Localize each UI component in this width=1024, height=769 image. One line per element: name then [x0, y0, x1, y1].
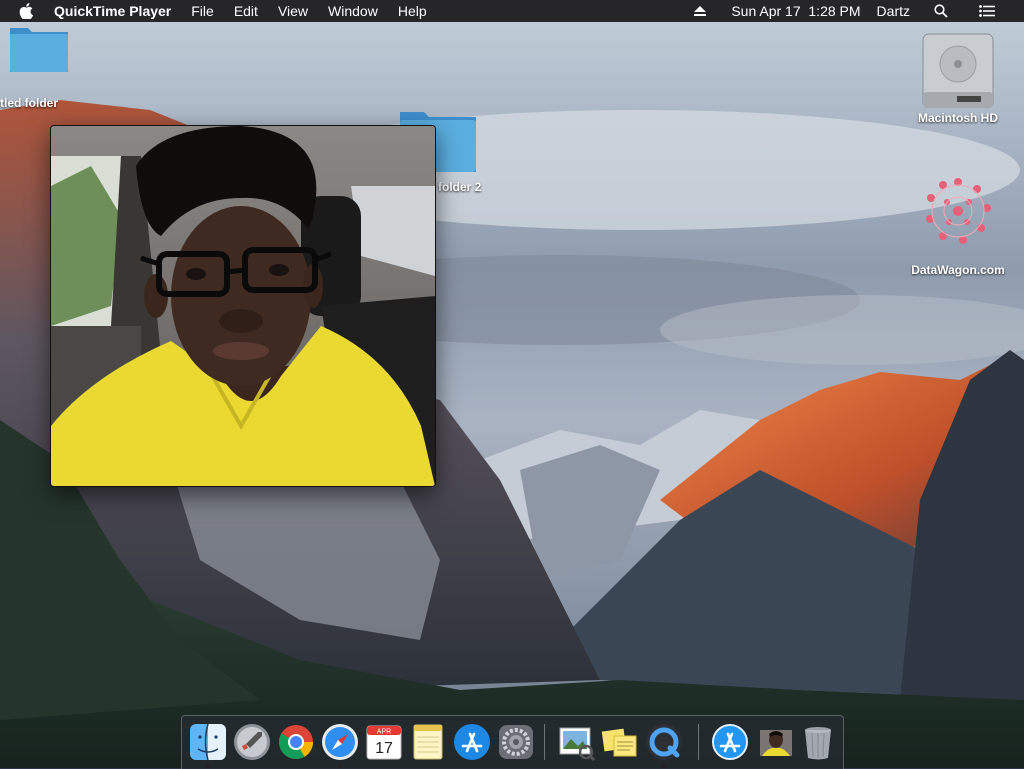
eject-icon[interactable] [683, 0, 717, 22]
calendar-day-label: 17 [375, 740, 393, 757]
menu-bar-left: QuickTime Player File Edit View Window H… [0, 0, 437, 22]
notification-center-icon[interactable] [970, 0, 1004, 22]
clock-datetime[interactable]: Sun Apr 17 1:28 PM [723, 0, 868, 22]
calendar-icon: APR 17 [366, 725, 402, 760]
hard-drive-icon [921, 32, 995, 111]
quicktime-recording-window[interactable] [50, 125, 436, 487]
folder-icon [0, 22, 78, 74]
menu-edit[interactable]: Edit [224, 0, 268, 22]
video-thumbnail-icon [760, 730, 792, 756]
spotlight-search-icon[interactable] [924, 0, 958, 22]
datawagon-logo-icon [919, 172, 997, 253]
stickies-icon [601, 728, 637, 757]
dock-item-trash[interactable] [798, 722, 838, 762]
desktop-icon-datawagon[interactable]: DataWagon.com [900, 172, 1016, 277]
gear-icon [499, 725, 533, 759]
safari-compass-icon [322, 724, 358, 760]
dock-separator [544, 724, 545, 760]
launchpad-rocket-icon [234, 724, 270, 760]
dock-item-calendar[interactable]: APR 17 [364, 722, 404, 762]
desktop-icon-untitled-folder[interactable]: tled folder [0, 22, 88, 110]
menu-window[interactable]: Window [318, 0, 388, 22]
app-store-icon [454, 724, 490, 760]
dock-item-preview[interactable] [556, 722, 596, 762]
desktop-icon-macintosh-hd[interactable]: Macintosh HD [906, 32, 1010, 125]
dock-item-app-store-downloads[interactable] [710, 722, 750, 762]
preview-icon [559, 727, 596, 762]
apple-logo-icon[interactable] [16, 0, 36, 22]
menu-bar: QuickTime Player File Edit View Window H… [0, 0, 1024, 22]
camera-video-frame [51, 126, 435, 486]
running-indicator [662, 764, 666, 768]
dock-separator [698, 724, 699, 760]
user-name[interactable]: Dartz [869, 0, 918, 22]
menu-view[interactable]: View [268, 0, 318, 22]
quicktime-icon [646, 724, 682, 760]
running-indicator [206, 764, 210, 768]
menu-bar-right: Sun Apr 17 1:28 PM Dartz [677, 0, 1024, 22]
trash-icon [805, 727, 831, 760]
menu-file[interactable]: File [181, 0, 224, 22]
dock-item-safari[interactable] [320, 722, 360, 768]
dock: APR 17 [181, 715, 844, 769]
dock-item-notes[interactable] [408, 722, 448, 762]
dock-item-stickies[interactable] [600, 722, 640, 762]
app-store-icon [712, 724, 748, 760]
chrome-icon [279, 725, 313, 759]
finder-icon [190, 723, 226, 761]
desktop-icon-label: Macintosh HD [917, 111, 998, 125]
app-name-menu[interactable]: QuickTime Player [46, 3, 181, 19]
dock-item-system-preferences[interactable] [496, 722, 536, 762]
dock-item-launchpad[interactable] [232, 722, 272, 762]
dock-item-app-store[interactable] [452, 722, 492, 762]
desktop-icon-label: DataWagon.com [911, 263, 1005, 277]
dock-item-recording-thumbnail[interactable] [756, 722, 796, 762]
dock-item-chrome[interactable] [276, 722, 316, 762]
desktop-icon-label: tled folder [0, 96, 59, 110]
menu-help[interactable]: Help [388, 0, 437, 22]
calendar-month-label: APR [377, 729, 391, 736]
notes-icon [413, 724, 443, 760]
dock-item-quicktime[interactable] [644, 722, 684, 768]
running-indicator [338, 764, 342, 768]
dock-item-finder[interactable] [188, 722, 228, 768]
